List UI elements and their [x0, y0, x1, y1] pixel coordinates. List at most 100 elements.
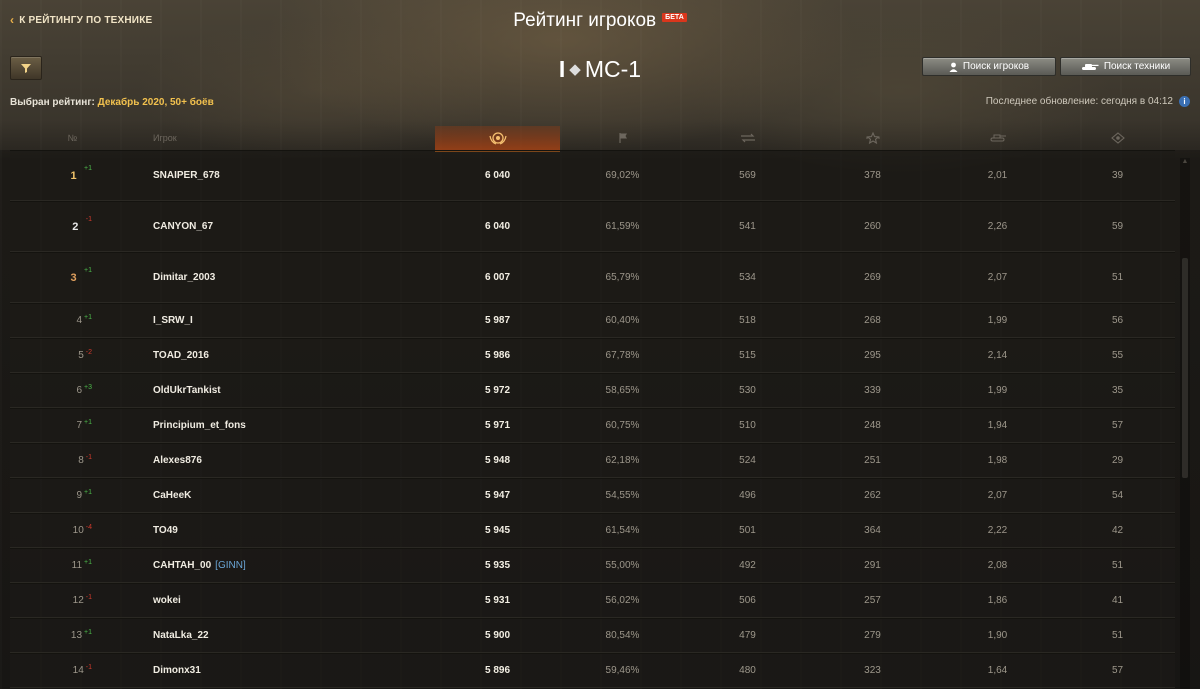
kills-cell: 1,94 — [987, 420, 1008, 431]
win-cell: 56,02% — [605, 595, 640, 606]
damage-cell: 534 — [739, 272, 756, 283]
spot-cell: 51 — [1111, 560, 1124, 571]
win-cell: 65,79% — [605, 272, 640, 283]
rating-cell: 5 900 — [484, 630, 511, 641]
xp-cell: 323 — [864, 665, 881, 676]
player-name-link[interactable]: CaHeeK — [153, 490, 191, 501]
column-rating[interactable] — [435, 126, 560, 152]
page-title: Рейтинг игроков БЕТА — [0, 10, 1200, 32]
vehicle-tier: I — [558, 56, 566, 82]
experience-icon — [865, 132, 881, 144]
table-row[interactable]: 11 +1 CAHTAH_00 [GINN] 5 935 55,00% 492 291 2,08… — [10, 548, 1175, 583]
table-row[interactable]: 2 -1 CANYON_67 6 040 61,59% 541 260 2,26 59 — [10, 201, 1175, 252]
column-spotting[interactable] — [1060, 126, 1175, 150]
column-player[interactable]: Игрок — [135, 126, 435, 150]
player-name-link[interactable]: CANYON_67 — [153, 221, 213, 232]
damage-cell: 530 — [739, 385, 756, 396]
player-name-link[interactable]: SNAIPER_678 — [153, 170, 220, 181]
rating-cell: 5 947 — [484, 490, 511, 501]
rank-cell: 7 +1 — [62, 409, 92, 442]
player-cell: wokei — [153, 584, 181, 617]
player-name-link[interactable]: I_SRW_I — [153, 315, 193, 326]
info-icon[interactable]: i — [1179, 96, 1190, 107]
scrollbar-thumb[interactable] — [1182, 258, 1188, 478]
rank-change: +1 — [84, 165, 92, 172]
rating-cell: 6 040 — [484, 170, 511, 181]
rank-cell: 3 +1 — [62, 253, 92, 302]
rating-icon — [488, 130, 508, 146]
table-row[interactable]: 6 +3 OldUkrTankist 5 972 58,65% 530 339 1,99 35 — [10, 373, 1175, 408]
column-victories[interactable] — [560, 126, 685, 150]
player-cell: CAHTAH_00 [GINN] — [153, 549, 246, 582]
player-name-link[interactable]: Principium_et_fons — [153, 420, 246, 431]
table-row[interactable]: 13 +1 NataLka_22 5 900 80,54% 479 279 1,90 51 — [10, 618, 1175, 653]
rank-cell: 11 +1 — [62, 549, 92, 582]
spot-cell: 54 — [1111, 490, 1124, 501]
win-cell: 58,65% — [605, 385, 640, 396]
table-row[interactable]: 1 +1 SNAIPER_678 6 040 69,02% 569 378 2,01 39 — [10, 150, 1175, 201]
scrollbar[interactable]: ▲ — [1180, 158, 1190, 689]
xp-cell: 279 — [864, 630, 881, 641]
rank-change: +1 — [84, 314, 92, 321]
player-name-link[interactable]: Alexes876 — [153, 455, 202, 466]
player-name-link[interactable]: wokei — [153, 595, 181, 606]
player-name-link[interactable]: TOAD_2016 — [153, 350, 209, 361]
beta-badge: БЕТА — [662, 13, 687, 22]
player-name-link[interactable]: TO49 — [153, 525, 178, 536]
clan-tag-link[interactable]: [GINN] — [215, 560, 246, 571]
player-cell: SNAIPER_678 — [153, 151, 220, 200]
light-tank-class-icon: ◆ — [569, 61, 581, 78]
win-cell: 61,59% — [605, 221, 640, 232]
spot-cell: 41 — [1111, 595, 1124, 606]
player-name-link[interactable]: Dimitar_2003 — [153, 272, 215, 283]
player-cell: Dimitar_2003 — [153, 253, 215, 302]
rank-change: +3 — [84, 384, 92, 391]
column-damage[interactable] — [685, 126, 810, 150]
table-row[interactable]: 12 -1 wokei 5 931 56,02% 506 257 1,86 41 — [10, 583, 1175, 618]
win-cell: 59,46% — [605, 665, 640, 676]
table-row[interactable]: 9 +1 CaHeeK 5 947 54,55% 496 262 2,07 54 — [10, 478, 1175, 513]
table-row[interactable]: 8 -1 Alexes876 5 948 62,18% 524 251 1,98 29 — [10, 443, 1175, 478]
damage-cell: 524 — [739, 455, 756, 466]
damage-cell: 496 — [739, 490, 756, 501]
rank-change: +1 — [84, 489, 92, 496]
win-cell: 67,78% — [605, 350, 640, 361]
rank-number: 4 — [76, 315, 83, 326]
column-experience[interactable] — [810, 126, 935, 150]
column-rank[interactable]: № — [50, 126, 95, 150]
rank-cell: 12 -1 — [62, 584, 92, 617]
rank-cell: 1 +1 — [62, 151, 92, 200]
search-vehicles-button[interactable]: Поиск техники — [1060, 57, 1191, 76]
kills-cell: 1,86 — [987, 595, 1008, 606]
table-row[interactable]: 14 -1 Dimonx31 5 896 59,46% 480 323 1,64 57 — [10, 653, 1175, 688]
scroll-up-icon[interactable]: ▲ — [1180, 158, 1190, 165]
table-row[interactable]: 3 +1 Dimitar_2003 6 007 65,79% 534 269 2,07 51 — [10, 252, 1175, 303]
rating-cell: 5 972 — [484, 385, 511, 396]
rank-change: -1 — [85, 454, 92, 461]
player-cell: OldUkrTankist — [153, 374, 221, 407]
table-row[interactable]: 10 -4 TO49 5 945 61,54% 501 364 2,22 42 — [10, 513, 1175, 548]
spotting-icon — [1110, 132, 1125, 144]
player-name-link[interactable]: NataLka_22 — [153, 630, 209, 641]
column-kills[interactable] — [935, 126, 1060, 150]
spot-cell: 51 — [1111, 272, 1124, 283]
player-name-link[interactable]: Dimonx31 — [153, 665, 201, 676]
selected-rating-value[interactable]: Декабрь 2020, 50+ боёв — [98, 97, 214, 108]
table-row[interactable]: 4 +1 I_SRW_I 5 987 60,40% 518 268 1,99 56 — [10, 303, 1175, 338]
rank-number: 12 — [72, 595, 84, 606]
win-cell: 60,40% — [605, 315, 640, 326]
damage-cell: 492 — [739, 560, 756, 571]
rank-cell: 6 +3 — [62, 374, 92, 407]
ratings-table-body: 1 +1 SNAIPER_678 6 040 69,02% 569 378 2,01 39 2 -1… — [10, 150, 1175, 688]
kills-cell: 1,99 — [987, 315, 1008, 326]
table-row[interactable]: 7 +1 Principium_et_fons 5 971 60,75% 510 248 1,… — [10, 408, 1175, 443]
damage-cell: 506 — [739, 595, 756, 606]
table-row[interactable]: 5 -2 TOAD_2016 5 986 67,78% 515 295 2,14 55 — [10, 338, 1175, 373]
rank-change: -1 — [85, 594, 92, 601]
player-name-link[interactable]: OldUkrTankist — [153, 385, 221, 396]
search-players-button[interactable]: Поиск игроков — [922, 57, 1056, 76]
rank-number: 5 — [78, 350, 84, 361]
rank-cell: 2 -1 — [62, 202, 92, 251]
player-name-link[interactable]: CAHTAH_00 — [153, 560, 211, 571]
damage-cell: 501 — [739, 525, 756, 536]
